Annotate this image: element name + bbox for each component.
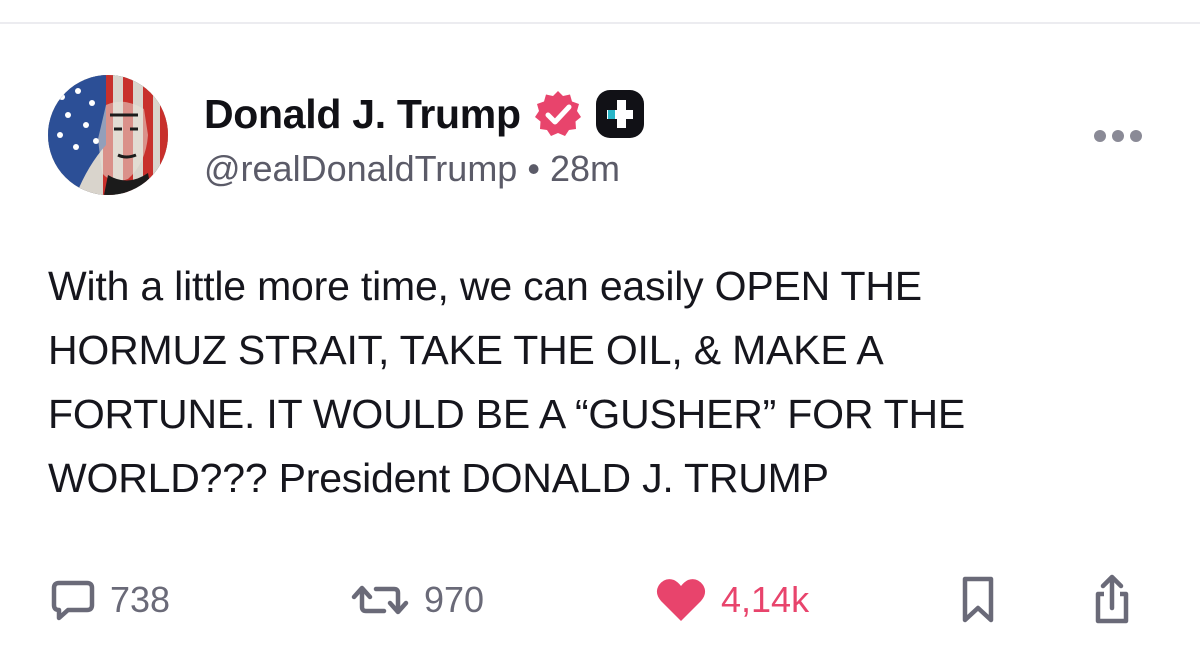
post-actions: 738 970 4,14k xyxy=(0,570,1200,630)
bookmark-button[interactable] xyxy=(958,570,998,630)
more-options-icon[interactable] xyxy=(1090,126,1146,146)
reply-button[interactable]: 738 xyxy=(50,570,170,630)
avatar[interactable] xyxy=(48,75,168,195)
repost-button[interactable]: 970 xyxy=(350,570,484,630)
reply-count: 738 xyxy=(110,579,171,620)
post-body-line: HORMUZ STRAIT, TAKE THE OIL, & MAKE A xyxy=(48,327,884,373)
post-body: With a little more time, we can easily O… xyxy=(48,254,1158,510)
repost-count: 970 xyxy=(424,579,485,620)
bookmark-icon xyxy=(962,576,994,623)
post-body-line: WORLD??? President DONALD J. TRUMP xyxy=(48,455,829,501)
verified-badge-icon xyxy=(533,89,583,139)
top-divider xyxy=(0,22,1200,24)
like-button[interactable]: 4,14k xyxy=(655,570,809,630)
like-count: 4,14k xyxy=(721,579,810,620)
reply-icon xyxy=(51,580,95,621)
avatar-image xyxy=(48,75,168,195)
post-body-line: FORTUNE. IT WOULD BE A “GUSHER” FOR THE xyxy=(48,391,966,437)
heart-icon xyxy=(656,579,706,621)
author-display-name[interactable]: Donald J. Trump xyxy=(204,91,521,138)
share-button[interactable] xyxy=(1090,570,1134,630)
post-body-line: With a little more time, we can easily O… xyxy=(48,263,922,309)
author-row: Donald J. Trump xyxy=(204,86,646,142)
post-timestamp[interactable]: 28m xyxy=(550,148,620,189)
repost-icon xyxy=(351,585,409,615)
share-icon xyxy=(1095,574,1129,624)
plus-badge-icon xyxy=(594,88,646,140)
meta-separator: • xyxy=(527,148,540,189)
author-handle[interactable]: @realDonaldTrump xyxy=(204,148,517,189)
post-meta: @realDonaldTrump • 28m xyxy=(204,148,620,190)
